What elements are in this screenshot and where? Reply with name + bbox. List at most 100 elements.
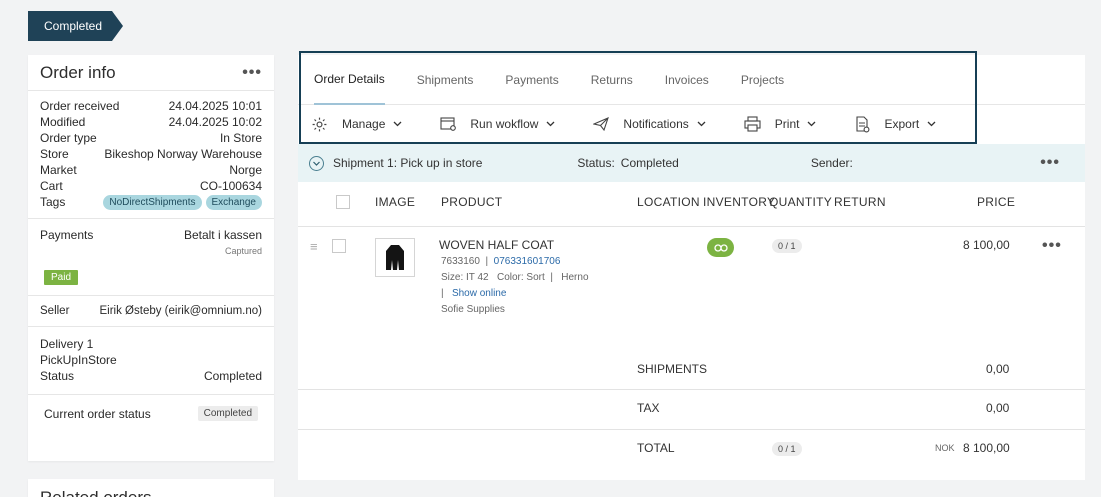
- shipments-total-label: SHIPMENTS: [637, 362, 708, 376]
- toolbar: Manage Run wokflow Notifications Print E…: [298, 105, 1085, 143]
- info-row-modified: Modified 24.04.2025 10:02: [28, 114, 274, 130]
- info-value: Betalt i kassen: [183, 228, 262, 242]
- show-online-row: | Show online: [441, 288, 507, 299]
- info-label: Store: [40, 147, 69, 161]
- send-icon: [593, 117, 610, 131]
- delivery-title: Delivery 1: [28, 336, 274, 352]
- current-status-label: Current order status: [44, 406, 151, 421]
- column-price: PRICE: [977, 195, 1016, 209]
- product-attributes: Size: IT 42 Color: Sort | Herno: [441, 272, 589, 283]
- product-brand: Herno: [561, 272, 589, 283]
- info-row-tags: Tags NoDirectShipments Exchange: [28, 194, 274, 210]
- order-info-details: Order received 24.04.2025 10:01 Modified 2…: [28, 91, 274, 219]
- info-value: In Store: [219, 131, 262, 145]
- chevron-down-icon: [808, 121, 816, 127]
- collapse-shipment-icon[interactable]: [309, 155, 324, 171]
- info-row-order-type: Order type In Store: [28, 130, 274, 146]
- shipment-status-label: Status:: [577, 156, 615, 170]
- shipment-sender-label: Sender:: [810, 156, 853, 170]
- export-button[interactable]: Export: [854, 115, 936, 133]
- run-workflow-label: Run wokflow: [470, 117, 539, 131]
- printer-icon: [744, 116, 761, 132]
- info-value: Completed: [203, 369, 262, 383]
- info-row-market: Market Norge: [28, 162, 274, 178]
- row-more-icon[interactable]: •••: [1042, 237, 1062, 255]
- tag-badge: NoDirectShipments: [103, 195, 202, 210]
- info-label: Modified: [40, 115, 86, 129]
- total-quantity-badge: 0 / 1: [772, 442, 802, 456]
- info-label: Tags: [40, 195, 66, 209]
- store-link[interactable]: Bikeshop Norway Warehouse: [104, 147, 262, 161]
- info-label: Status: [40, 369, 75, 383]
- tax-value: 0,00: [986, 401, 1010, 415]
- tab-payments[interactable]: Payments: [505, 55, 558, 105]
- tab-invoices[interactable]: Invoices: [665, 55, 709, 105]
- tag-badge: Exchange: [205, 195, 262, 210]
- product-supplier: Sofie Supplies: [441, 304, 505, 315]
- info-label: Market: [40, 163, 77, 177]
- product-image: [375, 238, 415, 277]
- column-quantity: QUANTITY: [769, 195, 833, 209]
- show-online-link[interactable]: Show online: [452, 288, 506, 299]
- product-size: Size: IT 42: [441, 272, 489, 283]
- order-details-panel: Order Details Shipments Payments Returns…: [298, 55, 1085, 480]
- order-info-card: Order info ••• Order received 24.04.2025 …: [28, 55, 274, 461]
- select-all-checkbox[interactable]: [336, 195, 350, 209]
- tab-returns[interactable]: Returns: [591, 55, 633, 105]
- order-status-chip: Completed: [28, 11, 123, 41]
- payments-sub-row: Captured: [28, 243, 274, 259]
- manage-label: Manage: [342, 117, 386, 131]
- chevron-down-icon: [393, 121, 402, 127]
- info-label: Cart: [40, 179, 63, 193]
- total-value: 8 100,00: [963, 441, 1010, 455]
- quantity-badge: 0 / 1: [772, 239, 802, 253]
- order-info-more-icon[interactable]: •••: [242, 64, 262, 82]
- product-name[interactable]: WOVEN HALF COAT: [439, 238, 554, 252]
- print-button[interactable]: Print: [744, 116, 817, 132]
- order-info-title: Order info: [40, 62, 116, 82]
- inventory-link-icon[interactable]: [707, 238, 734, 257]
- order-info-header: Order info •••: [28, 55, 274, 91]
- shipment-header: Shipment 1: Pick up in store Status: Com…: [298, 144, 1085, 182]
- tab-projects[interactable]: Projects: [741, 55, 784, 105]
- info-value: 24.04.2025 10:01: [168, 99, 262, 113]
- run-workflow-button[interactable]: Run wokflow: [440, 117, 555, 131]
- info-label: Order type: [40, 131, 97, 145]
- product-ids: 7633160 | 076331601706: [441, 256, 561, 267]
- paid-badge: Paid: [44, 270, 79, 285]
- info-value: Norge: [229, 163, 262, 177]
- tab-shipments[interactable]: Shipments: [417, 55, 474, 105]
- column-image: IMAGE: [375, 195, 416, 209]
- info-row-received: Order received 24.04.2025 10:01: [28, 98, 274, 114]
- chevron-down-icon: [927, 121, 936, 127]
- payments-section: Payments Betalt i kassen Captured Paid: [28, 219, 274, 296]
- notifications-button[interactable]: Notifications: [593, 117, 706, 131]
- product-ean-link[interactable]: 076331601706: [494, 256, 561, 267]
- delivery-status-row: Status Completed: [28, 368, 274, 384]
- drag-handle-icon[interactable]: ≡: [310, 239, 318, 254]
- manage-button[interactable]: Manage: [311, 116, 402, 133]
- delivery-type: PickUpInStore: [28, 352, 274, 368]
- payment-captured-label: Captured: [224, 246, 262, 256]
- notifications-label: Notifications: [623, 117, 689, 131]
- seller-row: Seller Eirik Østeby (eirik@omnium.no): [28, 303, 274, 319]
- info-label: Seller: [40, 305, 70, 317]
- product-sku: 7633160: [441, 256, 480, 267]
- tab-order-details[interactable]: Order Details: [314, 55, 385, 105]
- info-label: Payments: [40, 228, 94, 242]
- currency-label: NOK: [935, 443, 955, 453]
- product-color: Color: Sort: [496, 272, 545, 283]
- current-status-row: Current order status Completed: [28, 395, 274, 432]
- shipments-total-value: 0,00: [986, 362, 1010, 376]
- chevron-down-icon: [546, 121, 555, 127]
- workflow-icon: [440, 117, 457, 131]
- row-checkbox[interactable]: [332, 239, 346, 253]
- info-row-cart: Cart CO-100634: [28, 178, 274, 194]
- tab-bar: Order Details Shipments Payments Returns…: [298, 55, 1085, 105]
- export-icon: [856, 115, 870, 132]
- tax-label: TAX: [637, 401, 660, 415]
- shipment-more-icon[interactable]: •••: [1040, 154, 1060, 172]
- related-orders-card: Related orders: [28, 479, 274, 497]
- seller-section: Seller Eirik Østeby (eirik@omnium.no): [28, 296, 274, 327]
- related-orders-title: Related orders: [28, 479, 274, 497]
